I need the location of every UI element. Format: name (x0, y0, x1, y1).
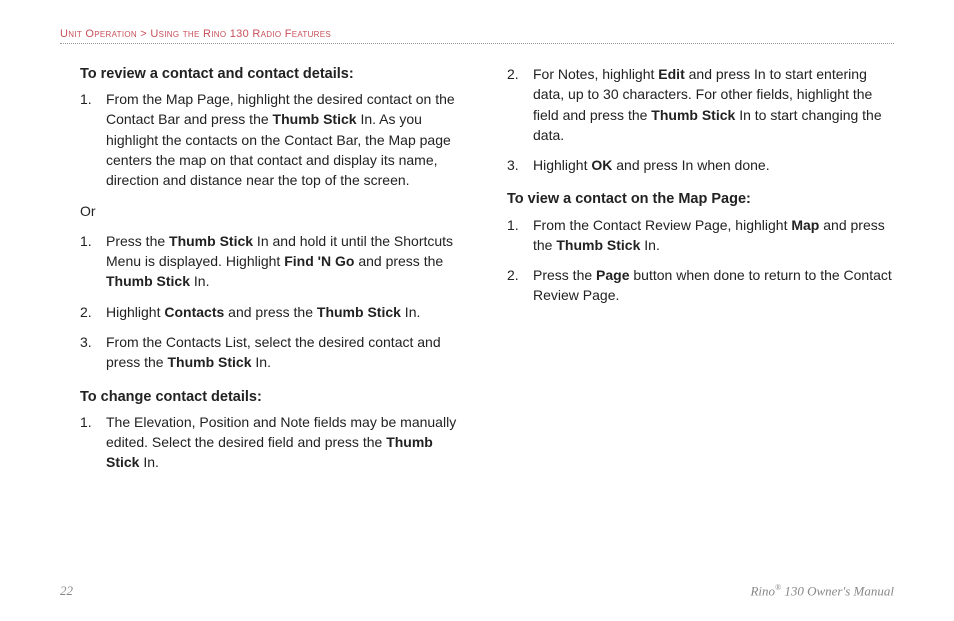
list-number: 2. (507, 64, 533, 145)
list-item: 1. The Elevation, Position and Note fiel… (80, 412, 467, 473)
list-item: 2. Press the Page button when done to re… (507, 265, 894, 306)
list-number: 1. (507, 215, 533, 256)
column-right: 2. For Notes, highlight Edit and press I… (507, 64, 894, 482)
list-number: 2. (507, 265, 533, 306)
list-text: From the Contact Review Page, highlight … (533, 215, 894, 256)
list-text: From the Map Page, highlight the desired… (106, 89, 467, 190)
list-text: From the Contacts List, select the desir… (106, 332, 467, 373)
list-number: 2. (80, 302, 106, 322)
list-number: 1. (80, 89, 106, 190)
list-text: For Notes, highlight Edit and press In t… (533, 64, 894, 145)
breadcrumb-subsection: Using the Rino 130 Radio Features (150, 28, 331, 40)
list-number: 1. (80, 231, 106, 292)
list-item: 3. Highlight OK and press In when done. (507, 155, 894, 175)
page-footer: 22 Rino® 130 Owner's Manual (60, 583, 894, 599)
list-item: 1. Press the Thumb Stick In and hold it … (80, 231, 467, 292)
list-item: 2. Highlight Contacts and press the Thum… (80, 302, 467, 322)
manual-title: Rino® 130 Owner's Manual (750, 583, 894, 599)
page-number: 22 (60, 583, 73, 599)
list-text: Press the Thumb Stick In and hold it unt… (106, 231, 467, 292)
header-divider (60, 43, 894, 44)
heading-change-contact: To change contact details: (80, 387, 467, 408)
column-left: To review a contact and contact details:… (80, 64, 467, 482)
list-item: 3. From the Contacts List, select the de… (80, 332, 467, 373)
list-text: Highlight OK and press In when done. (533, 155, 894, 175)
breadcrumb-section: Unit Operation (60, 28, 137, 40)
list-item: 2. For Notes, highlight Edit and press I… (507, 64, 894, 145)
list-text: The Elevation, Position and Note fields … (106, 412, 467, 473)
heading-review-contact: To review a contact and contact details: (80, 64, 467, 85)
breadcrumb-sep: > (137, 28, 150, 40)
list-number: 3. (507, 155, 533, 175)
list-number: 1. (80, 412, 106, 473)
list-item: 1. From the Map Page, highlight the desi… (80, 89, 467, 190)
heading-view-contact: To view a contact on the Map Page: (507, 189, 894, 210)
list-number: 3. (80, 332, 106, 373)
breadcrumb: Unit Operation > Using the Rino 130 Radi… (60, 28, 894, 40)
content-columns: To review a contact and contact details:… (60, 64, 894, 482)
list-text: Press the Page button when done to retur… (533, 265, 894, 306)
list-item: 1. From the Contact Review Page, highlig… (507, 215, 894, 256)
or-separator: Or (80, 201, 467, 221)
list-text: Highlight Contacts and press the Thumb S… (106, 302, 467, 322)
